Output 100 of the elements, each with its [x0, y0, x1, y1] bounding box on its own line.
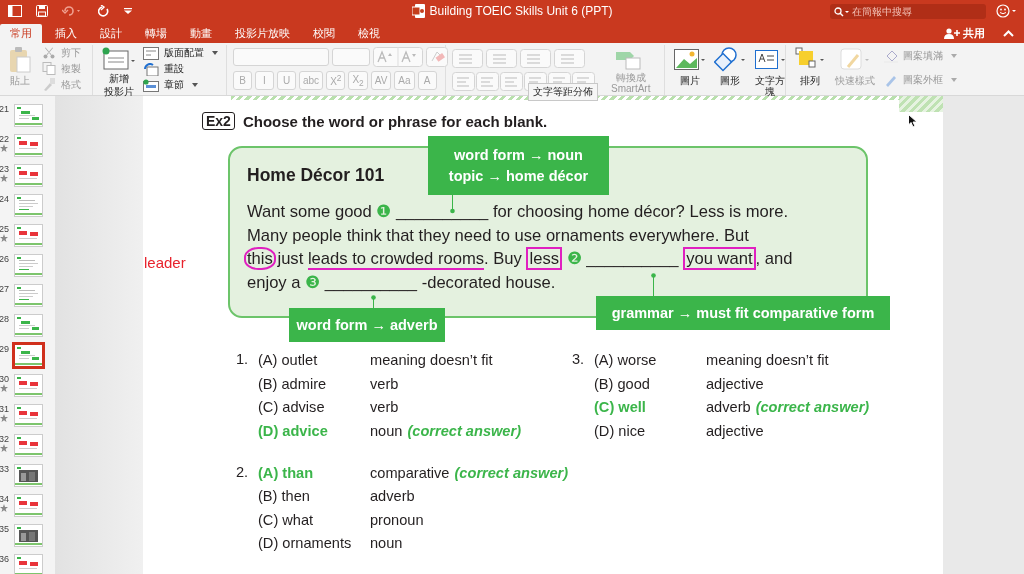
smiley-icon[interactable]: [996, 4, 1018, 18]
option-note: adverb: [370, 487, 415, 505]
ribbon-tab[interactable]: 校閱: [303, 24, 345, 43]
slide-number: 29: [0, 344, 9, 354]
collapse-icon[interactable]: [1003, 30, 1014, 37]
option-note: comparative: [370, 463, 450, 482]
search-icon: [834, 6, 850, 17]
slide-number: 30: [0, 374, 9, 384]
slides-button[interactable]: 章節: [141, 77, 220, 93]
caret-icon: [951, 78, 957, 82]
ribbon-tab[interactable]: 動畫: [180, 24, 222, 43]
caret-icon: [212, 51, 218, 55]
redo-icon[interactable]: [98, 5, 110, 17]
slide-number: 25: [0, 224, 9, 234]
slide-number: 22: [0, 134, 9, 144]
answer-option: (C) what: [258, 510, 370, 529]
copy-icon: [42, 62, 56, 76]
answer-option: (D) nice: [594, 421, 706, 440]
mouse-pointer-icon: [908, 114, 918, 128]
slide-number: 33: [0, 464, 9, 474]
presentation-file-icon: [411, 4, 425, 18]
insert-button[interactable]: 圖形: [711, 45, 749, 88]
slide-number: 27: [0, 284, 9, 294]
insert-button[interactable]: 圖片: [671, 45, 709, 88]
option-note: noun: [370, 421, 403, 440]
slide-number: 26: [0, 254, 9, 264]
option-note: verb: [370, 374, 399, 393]
answer-option: (A) outlet: [258, 351, 370, 369]
slides-button[interactable]: 重設: [141, 61, 220, 77]
ribbon-tab[interactable]: 投影片放映: [225, 24, 300, 43]
layout-icon: [143, 46, 159, 60]
answer-tag: (correct answer): [454, 463, 569, 482]
sidebar-icon[interactable]: [8, 5, 22, 17]
answer-option: (B) admire: [258, 374, 370, 393]
new-slide-button[interactable]: 新增 投影片: [99, 45, 139, 99]
answer-option: (A) worse: [594, 351, 706, 369]
tooltip: 文字等距分佈: [528, 83, 598, 101]
slides-button[interactable]: 版面配置: [141, 45, 220, 61]
option-note: adjective: [706, 421, 764, 440]
question-number: 3.: [572, 351, 586, 369]
slide-number: 35: [0, 524, 9, 534]
answer-option: (D) advice: [258, 421, 370, 440]
arrange-button[interactable]: 排列: [792, 45, 828, 88]
leader-line: [651, 273, 656, 296]
ribbon-tab[interactable]: 檢視: [348, 24, 390, 43]
slide-number: 31: [0, 404, 9, 414]
ribbon-tab[interactable]: 轉場: [135, 24, 177, 43]
passage-text: Want some good ❶ __________ for choosing home décor? Less is more. Many people think that they need to use ornaments everywhere. But this just leads to crowded rooms. Buy less ❷ __________ you want , and enjoy a ❸ __________ -decorated house.: [247, 200, 866, 295]
answer-option: (C) advise: [258, 398, 370, 416]
callout-box: grammar → must fit comparative form: [596, 296, 890, 330]
callout-box: word form → noun topic → home décor: [428, 136, 609, 195]
clipboard-icon: [9, 47, 31, 73]
callout-box: word form → adverb: [289, 308, 445, 342]
shapes-icon: [714, 47, 746, 73]
slide-number: 23: [0, 164, 9, 174]
answer-option: (C) well: [594, 398, 706, 416]
slide-number: 28: [0, 314, 9, 324]
leader-line: [371, 295, 376, 308]
question-number: 2.: [236, 463, 250, 482]
option-note: adverb: [706, 398, 751, 416]
slide-thumbnail[interactable]: [14, 344, 43, 367]
option-note: meaning doesn’t fit: [706, 351, 829, 369]
annotation-text: leader: [144, 254, 186, 271]
share-button[interactable]: 共用: [938, 24, 991, 43]
scissors-icon: [42, 46, 56, 60]
slide-number: 24: [0, 194, 9, 204]
slide-number: 32: [0, 434, 9, 444]
save-icon[interactable]: [36, 5, 48, 17]
option-note: adjective: [706, 374, 764, 393]
option-note: noun: [370, 534, 403, 552]
search-field[interactable]: 在簡報中搜尋: [830, 3, 986, 19]
window-title: Building TOEIC Skills Unit 6 (PPT): [429, 4, 613, 18]
caret-icon: [951, 54, 957, 58]
section-icon: [143, 78, 159, 92]
option-note: meaning doesn’t fit: [370, 351, 493, 369]
answer-option: (B) then: [258, 487, 370, 505]
caret-icon[interactable]: [124, 8, 132, 14]
passage-title: Home Décor 101: [247, 165, 385, 186]
option-note: pronoun: [370, 510, 424, 529]
image-icon: [674, 47, 706, 73]
ribbon-tab[interactable]: 插入: [45, 24, 87, 43]
ribbon-tab[interactable]: 常用: [0, 24, 42, 43]
brush-icon: [42, 78, 56, 92]
slide-number: 34: [0, 494, 9, 504]
striped-corner: [899, 96, 943, 112]
leader-line: [450, 195, 455, 214]
answer-option: (A) than: [258, 463, 370, 482]
pencil-icon: [884, 73, 898, 87]
reset-icon: [143, 62, 159, 76]
answer-tag: (correct answer): [755, 398, 870, 416]
answer-option: (D) ornaments: [258, 534, 370, 552]
question-number: 1.: [236, 351, 250, 369]
answer-tag: (correct answer): [407, 421, 522, 440]
ribbon-tab[interactable]: 設計: [90, 24, 132, 43]
add-person-icon: [944, 28, 960, 39]
slide-number: 36: [0, 554, 9, 564]
answer-option: (B) good: [594, 374, 706, 393]
option-note: verb: [370, 398, 399, 416]
brush-icon: [840, 47, 870, 73]
caret-icon: [192, 83, 198, 87]
